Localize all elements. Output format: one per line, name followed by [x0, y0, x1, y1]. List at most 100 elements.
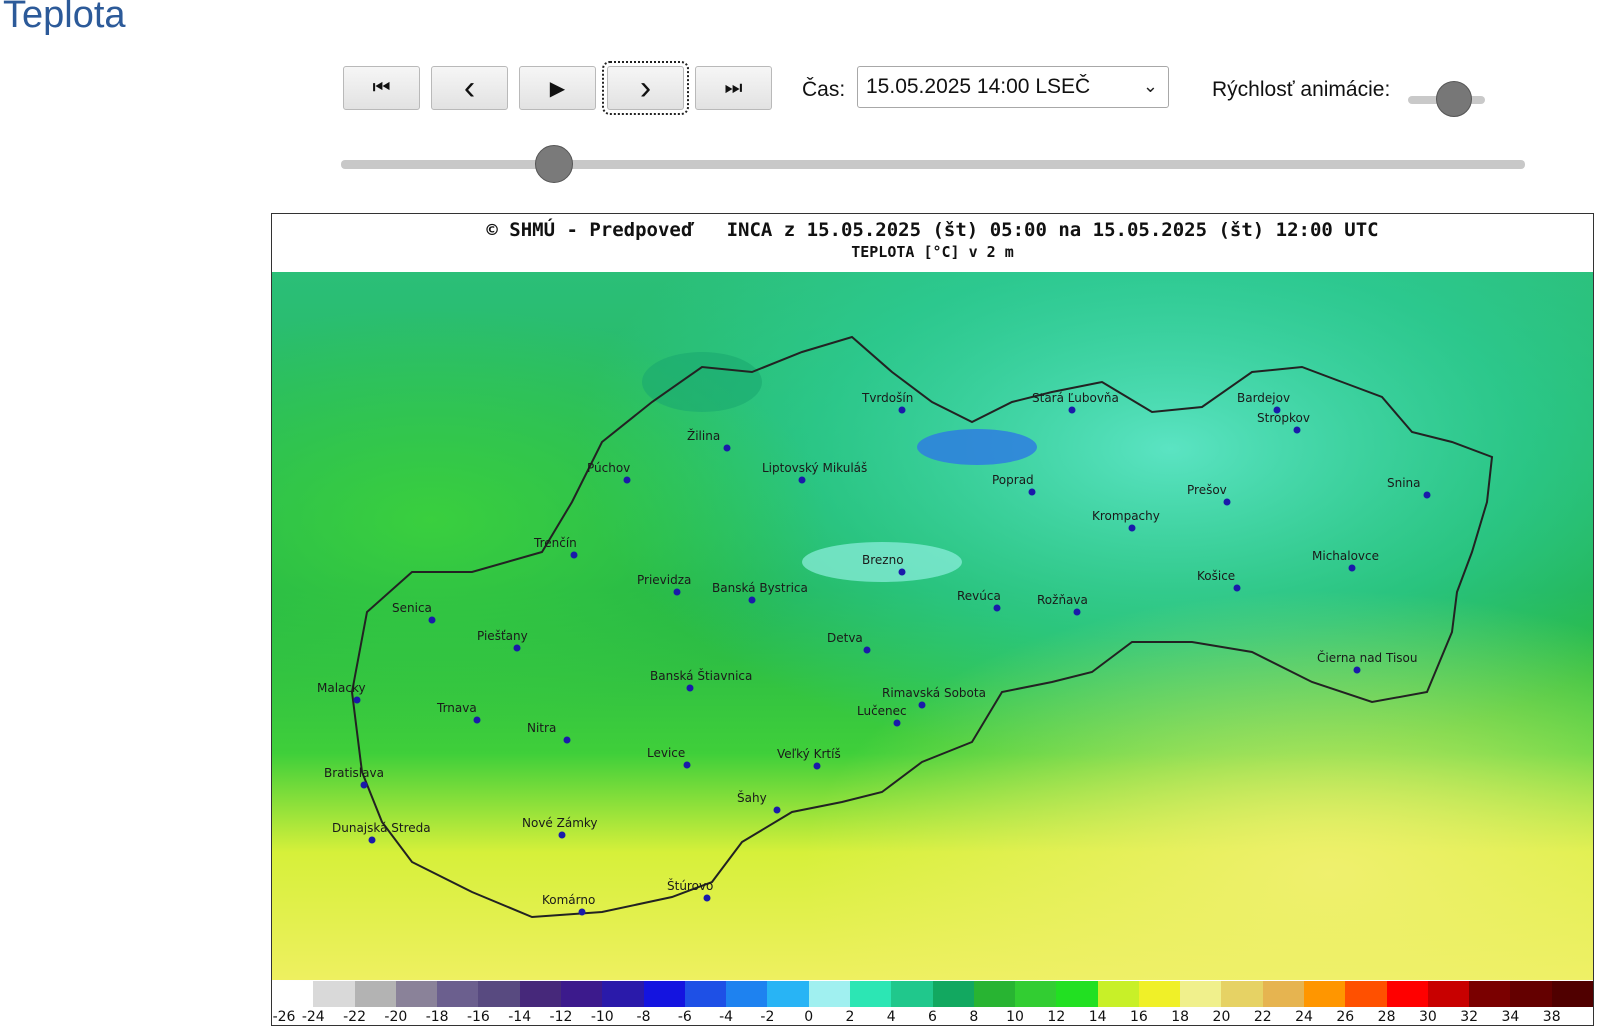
city-marker — [1128, 524, 1136, 532]
chevron-down-icon: ⌄ — [1142, 76, 1158, 96]
city-marker — [623, 476, 631, 484]
city-marker — [570, 551, 578, 559]
legend-label: 26 — [1336, 1009, 1355, 1025]
time-label: Čas: — [802, 78, 846, 101]
city-label: Štúrovo — [667, 878, 713, 893]
legend-swatch — [643, 981, 685, 1007]
city-label: Lučenec — [857, 704, 907, 718]
city-marker — [683, 761, 691, 769]
city-marker — [863, 646, 871, 654]
skip-to-start-icon: ⏮ — [372, 76, 391, 99]
time-slider-track[interactable] — [341, 160, 1525, 169]
legend-label: -10 — [590, 1009, 614, 1025]
legend-swatch — [1056, 981, 1098, 1007]
city-label: Čierna nad Tisou — [1317, 650, 1417, 665]
city-label: Prievidza — [637, 573, 691, 587]
legend-label: -2 — [760, 1009, 775, 1025]
legend-label: 24 — [1295, 1009, 1313, 1025]
forecast-map: © SHMÚ - Predpoveď INCA z 15.05.2025 (št… — [271, 213, 1594, 1026]
city-label: Stropkov — [1257, 411, 1310, 425]
legend-swatch — [1386, 981, 1428, 1007]
city-label: Trenčín — [533, 536, 577, 550]
map-subtitle: TEPLOTA [°C] v 2 m — [851, 243, 1014, 261]
skip-to-end-icon: ⏭ — [724, 76, 743, 99]
city-label: Krompachy — [1092, 509, 1160, 523]
legend-label: 34 — [1501, 1009, 1520, 1025]
legend-label: 16 — [1129, 1009, 1148, 1025]
prev-frame-button[interactable]: ‹ — [431, 66, 508, 110]
city-marker — [686, 684, 694, 692]
city-marker — [993, 604, 1001, 612]
legend-swatch — [272, 981, 314, 1007]
city-marker — [798, 476, 806, 484]
city-marker — [898, 568, 906, 576]
city-label: Revúca — [957, 589, 1001, 603]
city-label: Banská Štiavnica — [650, 668, 752, 683]
city-label: Detva — [827, 631, 863, 645]
legend-label: -16 — [466, 1009, 490, 1025]
legend-swatch — [726, 981, 768, 1007]
city-label: Piešťany — [477, 629, 528, 643]
legend-swatch — [313, 981, 355, 1007]
city-label: Komárno — [542, 893, 595, 907]
legend-swatch — [519, 981, 561, 1007]
legend-label: -22 — [343, 1009, 366, 1025]
legend-swatch — [1469, 981, 1511, 1007]
legend-swatch — [560, 981, 603, 1007]
city-label: Rožňava — [1037, 593, 1088, 607]
city-label: Bardejov — [1237, 391, 1290, 405]
legend-label: 38 — [1542, 1009, 1561, 1025]
legend-label: 6 — [928, 1009, 937, 1025]
legend-swatch — [849, 981, 892, 1007]
city-marker — [473, 716, 481, 724]
city-marker — [893, 719, 901, 727]
legend-label: -26 — [272, 1009, 296, 1025]
city-marker — [1223, 498, 1231, 506]
speed-slider-thumb[interactable] — [1436, 81, 1473, 117]
last-frame-button[interactable]: ⏭ — [695, 66, 772, 110]
city-label: Bratislava — [324, 766, 384, 780]
city-label: Poprad — [992, 473, 1034, 487]
legend-swatch — [1427, 981, 1470, 1007]
map-title: © SHMÚ - Predpoveď INCA z 15.05.2025 (št… — [486, 219, 1379, 241]
first-frame-button[interactable]: ⏮ — [343, 66, 420, 110]
temperature-map-image: Tvrdošín Stará Ľubovňa Bardejov Stropkov Žil… — [272, 272, 1593, 980]
city-label: Stará Ľubovňa — [1032, 391, 1119, 405]
city-label: Brezno — [862, 553, 904, 567]
legend-swatch — [1138, 981, 1181, 1007]
next-frame-button[interactable]: › — [602, 61, 689, 115]
speed-label: Rýchlosť animácie: — [1212, 78, 1391, 101]
legend-swatch — [1510, 981, 1552, 1007]
play-button[interactable]: ▶ — [519, 66, 596, 110]
play-icon: ▶ — [549, 77, 566, 100]
legend-swatch — [1262, 981, 1305, 1007]
city-label: Nové Zámky — [522, 816, 598, 830]
legend-label: -24 — [301, 1009, 325, 1025]
city-marker — [723, 444, 731, 452]
legend-swatch — [395, 981, 438, 1007]
legend-swatch — [1345, 981, 1387, 1007]
city-marker — [353, 696, 361, 704]
legend-swatch — [684, 981, 727, 1007]
legend-swatch — [808, 981, 850, 1007]
legend-label: -20 — [384, 1009, 408, 1025]
city-marker — [563, 736, 571, 744]
city-label: Senica — [392, 601, 432, 615]
city-label: Snina — [1387, 476, 1421, 490]
legend-label: 12 — [1047, 1009, 1066, 1025]
chevron-left-icon: ‹ — [463, 68, 476, 107]
city-marker — [558, 831, 566, 839]
chevron-right-icon: › — [639, 68, 652, 107]
city-label: Prešov — [1187, 483, 1227, 497]
time-select[interactable]: 15.05.2025 14:00 LSEČ ⌄ — [857, 66, 1169, 108]
legend-swatch — [932, 981, 974, 1007]
legend-label: 2 — [845, 1009, 855, 1025]
legend-label: 4 — [886, 1009, 896, 1025]
page-title: Teplota — [3, 0, 126, 36]
legend-swatch — [891, 981, 933, 1007]
legend-label: 8 — [969, 1009, 979, 1025]
city-marker — [428, 616, 436, 624]
legend-swatch — [602, 981, 644, 1007]
time-slider-thumb[interactable] — [535, 145, 574, 183]
legend-label: 18 — [1171, 1009, 1190, 1025]
